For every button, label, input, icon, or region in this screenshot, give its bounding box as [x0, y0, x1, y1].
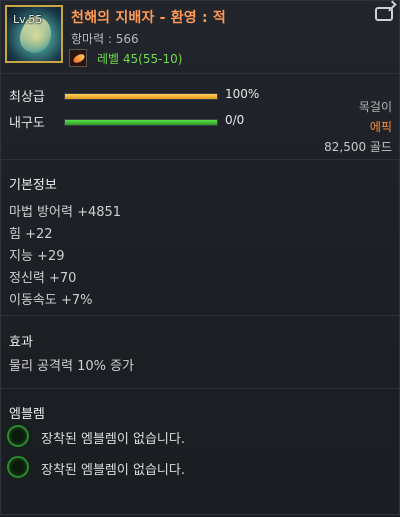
- emblem-slot-icon[interactable]: [7, 425, 29, 447]
- stat-line: 지능 +29: [9, 249, 65, 264]
- base-info-title: 기본정보: [9, 178, 57, 193]
- durability-label: 내구도: [9, 116, 45, 131]
- emblem-slot-text: 장착된 엠블렘이 없습니다.: [41, 432, 185, 447]
- quality-bar-fill: [65, 94, 217, 99]
- dragon-ornament-icon: Lv.55: [5, 5, 63, 63]
- item-type: 목걸이: [358, 100, 392, 114]
- durability-value: 0/0: [225, 113, 245, 127]
- attack-power: 항마력 : 566: [71, 32, 139, 46]
- quality-value: 100%: [225, 87, 260, 101]
- effect-line: 물리 공격력 10% 증가: [9, 359, 135, 374]
- feather-class-icon: [69, 49, 87, 67]
- durability-bar-fill: [65, 120, 217, 125]
- emblem-section: 엠블렘 장착된 엠블렘이 없습니다. 장착된 엠블렘이 없습니다.: [1, 389, 399, 517]
- item-price: 82,500 골드: [324, 140, 392, 154]
- durability-bar: [64, 119, 218, 126]
- item-level-label: Lv.55: [13, 13, 43, 26]
- base-info-section: 기본정보 마법 방어력 +4851 힘 +22 지능 +29 정신력 +70 이…: [1, 160, 399, 316]
- quality-bar: [64, 93, 218, 100]
- tooltip-header: Lv.55 천해의 지배자 - 환영 : 적 항마력 : 566 레벨 45(5…: [1, 1, 399, 74]
- item-name: 천해의 지배자 - 환영 : 적: [71, 10, 226, 26]
- stat-line: 이동속도 +7%: [9, 293, 93, 308]
- emblem-title: 엠블렘: [9, 407, 45, 422]
- stat-line: 마법 방어력 +4851: [9, 205, 122, 220]
- compare-icon[interactable]: [375, 7, 393, 21]
- item-grade: 에픽: [369, 120, 392, 134]
- emblem-slot-text: 장착된 엠블렘이 없습니다.: [41, 463, 185, 478]
- stat-line: 힘 +22: [9, 227, 53, 242]
- item-tooltip: Lv.55 천해의 지배자 - 환영 : 적 항마력 : 566 레벨 45(5…: [0, 0, 400, 515]
- quality-label: 최상급: [9, 90, 45, 105]
- effect-title: 효과: [9, 335, 33, 350]
- level-row: 레벨 45(55-10): [69, 49, 182, 67]
- status-section: 최상급 100% 내구도 0/0 목걸이 에픽 82,500 골드: [1, 74, 399, 160]
- emblem-slot-icon[interactable]: [7, 456, 29, 478]
- stat-line: 정신력 +70: [9, 271, 77, 286]
- level-requirement: 레벨 45(55-10): [97, 51, 183, 66]
- effect-section: 효과 물리 공격력 10% 증가: [1, 316, 399, 389]
